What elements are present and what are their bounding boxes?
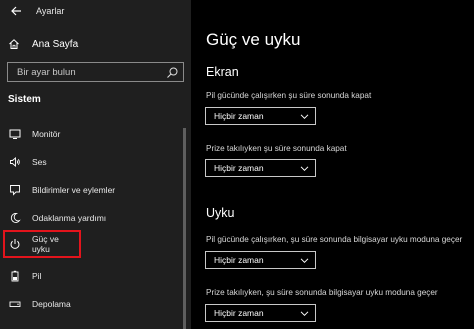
search-box[interactable]: Bir ayar bulun [7, 62, 184, 82]
dropdown-value: Hiçbir zaman [214, 163, 264, 173]
back-button[interactable] [8, 3, 24, 19]
chevron-down-icon [300, 166, 309, 172]
sidebar-item-storage[interactable]: Depolama [6, 293, 186, 315]
sidebar-item-battery[interactable]: Pil [6, 265, 186, 287]
chevron-down-icon [300, 114, 309, 120]
storage-icon [8, 297, 22, 311]
chevron-down-icon [300, 311, 309, 317]
battery-icon [8, 269, 22, 283]
sidebar-item-notifications[interactable]: Bildirimler ve eylemler [6, 179, 186, 201]
search-input[interactable]: Bir ayar bulun [17, 67, 76, 78]
sidebar-scrollbar[interactable] [183, 128, 186, 329]
sidebar-item-label: Monitör [32, 129, 61, 139]
main-content: Güç ve uyku Ekran Pil gücünde çalışırken… [191, 0, 474, 329]
sidebar-item-label: Bildirimler ve eylemler [32, 185, 116, 195]
sleep-battery-label: Pil gücünde çalışırken, şu süre sonunda … [206, 235, 463, 244]
sidebar-item-label: Odaklanma yardımı [32, 213, 107, 223]
screen-plugged-dropdown[interactable]: Hiçbir zaman [205, 159, 316, 177]
screen-plugged-label: Prize takılıyken şu süre sonunda kapat [206, 144, 347, 153]
sleep-heading: Uyku [206, 206, 235, 220]
search-icon[interactable] [166, 66, 179, 79]
page-title: Güç ve uyku [206, 30, 301, 49]
sidebar-item-label: Güç ve uyku [31, 234, 59, 254]
moon-icon [8, 211, 22, 225]
sidebar-item-focus-assist[interactable]: Odaklanma yardımı [6, 207, 186, 229]
sidebar-item-power-sleep[interactable]: Güç ve uyku [3, 230, 81, 258]
sleep-battery-dropdown[interactable]: Hiçbir zaman [205, 251, 316, 269]
sidebar-item-monitor[interactable]: Monitör [6, 123, 186, 145]
screen-heading: Ekran [206, 65, 239, 79]
screen-battery-dropdown[interactable]: Hiçbir zaman [205, 107, 316, 125]
home-label: Ana Sayfa [32, 38, 79, 50]
title-bar: Ayarlar [0, 0, 191, 24]
dropdown-value: Hiçbir zaman [214, 111, 264, 121]
section-title: Sistem [8, 94, 41, 105]
sleep-plugged-label: Prize takılıyken, şu süre sonunda bilgis… [206, 288, 438, 297]
power-icon [8, 237, 22, 251]
sidebar: Ayarlar Ana Sayfa Bir ayar bulun Sistem … [0, 0, 191, 329]
dropdown-value: Hiçbir zaman [214, 308, 264, 318]
sidebar-item-label: Pil [32, 271, 42, 281]
sidebar-item-label: Depolama [32, 299, 71, 309]
chevron-down-icon [300, 258, 309, 264]
back-arrow-icon [11, 6, 21, 16]
screen-battery-label: Pil gücünde çalışırken şu süre sonunda k… [206, 91, 372, 100]
home-icon [6, 36, 22, 52]
app-title: Ayarlar [36, 6, 65, 16]
sleep-plugged-dropdown[interactable]: Hiçbir zaman [205, 304, 316, 322]
sidebar-item-label: Ses [32, 157, 47, 167]
dropdown-value: Hiçbir zaman [214, 255, 264, 265]
speaker-icon [8, 155, 22, 169]
home-link[interactable]: Ana Sayfa [6, 35, 186, 53]
sidebar-item-sound[interactable]: Ses [6, 151, 186, 173]
monitor-icon [8, 127, 22, 141]
notification-icon [8, 183, 22, 197]
